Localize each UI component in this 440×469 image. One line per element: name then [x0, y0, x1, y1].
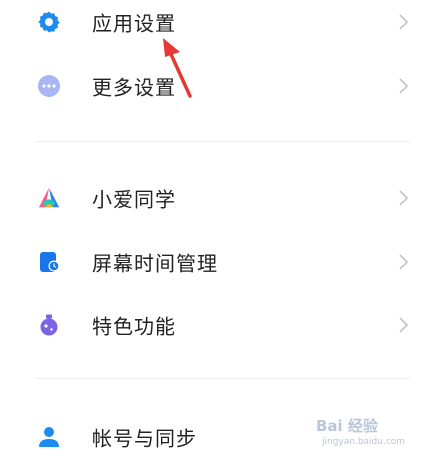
settings-item-label: 屏幕时间管理: [92, 251, 218, 276]
watermark-url: jingyan.baidu.com: [322, 437, 406, 447]
settings-item-label: 小爱同学: [92, 187, 176, 212]
settings-item-more-settings[interactable]: 更多设置: [0, 54, 440, 118]
watermark-logo-text: Bai 经验: [316, 417, 378, 435]
settings-item-label: 特色功能: [92, 314, 176, 339]
chevron-right-icon: [399, 78, 409, 94]
section-divider: [36, 378, 410, 379]
settings-item-special-features[interactable]: 特色功能: [0, 293, 440, 357]
chevron-right-icon: [399, 14, 409, 30]
settings-item-app-settings[interactable]: 应用设置: [0, 0, 440, 54]
watermark: Bai 经验 jingyan.baidu.com: [316, 415, 416, 451]
flask-icon: [37, 313, 61, 337]
chevron-right-icon: [399, 317, 409, 333]
screen-time-icon: [37, 250, 61, 274]
settings-item-label: 帐号与同步: [92, 426, 197, 451]
user-icon: [37, 425, 61, 449]
chevron-right-icon: [399, 254, 409, 270]
more-dots-icon: [37, 74, 61, 98]
chevron-right-icon: [399, 190, 409, 206]
xiaoai-icon: [37, 186, 61, 210]
gear-icon: [37, 10, 61, 34]
annotation-arrow: [163, 38, 192, 98]
section-divider: [36, 141, 410, 142]
settings-item-screen-time[interactable]: 屏幕时间管理: [0, 230, 440, 294]
settings-item-xiaoai[interactable]: 小爱同学: [0, 166, 440, 230]
